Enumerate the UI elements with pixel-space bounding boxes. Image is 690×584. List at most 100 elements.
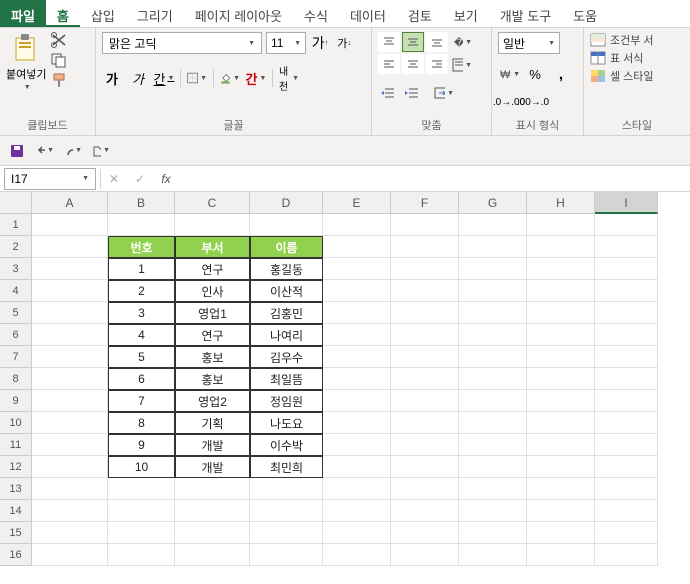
cell[interactable] (32, 258, 108, 280)
cell[interactable] (323, 390, 391, 412)
cut-button[interactable] (50, 32, 68, 48)
cell[interactable] (250, 544, 323, 566)
cell[interactable] (32, 434, 108, 456)
cell[interactable] (459, 390, 527, 412)
cell[interactable] (32, 478, 108, 500)
cell[interactable]: 1 (108, 258, 175, 280)
cell[interactable] (108, 522, 175, 544)
tab-page-layout[interactable]: 페이지 레이아웃 (184, 0, 293, 27)
cell[interactable] (527, 236, 595, 258)
cell[interactable] (595, 214, 658, 236)
tab-review[interactable]: 검토 (397, 0, 443, 27)
column-header-E[interactable]: E (323, 192, 391, 214)
cell[interactable] (459, 214, 527, 236)
cell[interactable] (595, 478, 658, 500)
tab-view[interactable]: 보기 (443, 0, 489, 27)
cell[interactable]: 홍보 (175, 346, 250, 368)
cell[interactable] (391, 412, 459, 434)
cell[interactable] (323, 346, 391, 368)
cell[interactable] (323, 544, 391, 566)
cell[interactable] (175, 214, 250, 236)
cell[interactable] (323, 368, 391, 390)
decrease-indent-button[interactable] (378, 83, 398, 103)
cell[interactable] (175, 544, 250, 566)
cell[interactable]: 번호 (108, 236, 175, 258)
row-header[interactable]: 1 (0, 214, 32, 236)
number-format-select[interactable]: 일반▼ (498, 32, 560, 54)
wrap-text-button[interactable]: ▼ (452, 55, 472, 75)
cell[interactable] (391, 324, 459, 346)
undo-button[interactable]: ▼ (36, 142, 54, 160)
phonetic-button[interactable]: 내천▼ (279, 68, 299, 88)
cell[interactable] (32, 456, 108, 478)
font-name-select[interactable]: 맑은 고딕▼ (102, 32, 262, 54)
cell-style-button[interactable]: 셀 스타일 (590, 68, 654, 84)
cell[interactable] (459, 236, 527, 258)
align-bottom-button[interactable] (426, 32, 448, 52)
cell[interactable] (595, 236, 658, 258)
row-header[interactable]: 7 (0, 346, 32, 368)
cell[interactable] (391, 302, 459, 324)
cell[interactable] (250, 522, 323, 544)
cell[interactable] (595, 368, 658, 390)
cell[interactable] (391, 434, 459, 456)
row-header[interactable]: 4 (0, 280, 32, 302)
name-box[interactable]: I17▼ (4, 168, 96, 190)
cell[interactable] (391, 544, 459, 566)
cell[interactable] (391, 456, 459, 478)
column-header-B[interactable]: B (108, 192, 175, 214)
cell[interactable] (459, 478, 527, 500)
save-button[interactable] (8, 142, 26, 160)
column-header-C[interactable]: C (175, 192, 250, 214)
cell[interactable] (323, 500, 391, 522)
open-button[interactable]: ▼ (92, 142, 110, 160)
cell[interactable] (323, 214, 391, 236)
cell[interactable] (527, 302, 595, 324)
font-color-button[interactable]: 간▼ (246, 68, 266, 88)
cell[interactable] (595, 324, 658, 346)
formula-input[interactable] (179, 168, 690, 190)
cell[interactable] (527, 280, 595, 302)
cell[interactable] (459, 346, 527, 368)
row-header[interactable]: 9 (0, 390, 32, 412)
cell[interactable]: 홍보 (175, 368, 250, 390)
cell[interactable] (108, 544, 175, 566)
merge-button[interactable]: ▼ (434, 83, 454, 103)
cell[interactable] (391, 214, 459, 236)
cell[interactable]: 개발 (175, 456, 250, 478)
cell[interactable] (175, 522, 250, 544)
cell[interactable] (32, 544, 108, 566)
column-header-I[interactable]: I (595, 192, 658, 214)
cell[interactable]: 김홍민 (250, 302, 323, 324)
cell[interactable] (175, 500, 250, 522)
paste-button[interactable]: 붙여넣기 ▼ (6, 32, 46, 91)
cell[interactable]: 7 (108, 390, 175, 412)
cell[interactable] (527, 258, 595, 280)
cell[interactable] (391, 522, 459, 544)
tab-dev[interactable]: 개발 도구 (489, 0, 562, 27)
cell[interactable] (527, 346, 595, 368)
fx-button[interactable]: fx (153, 169, 179, 189)
cell[interactable] (595, 456, 658, 478)
cell[interactable] (527, 412, 595, 434)
cell[interactable] (391, 478, 459, 500)
increase-font-button[interactable]: 가↑ (310, 33, 330, 53)
row-header[interactable]: 16 (0, 544, 32, 566)
cell[interactable] (595, 522, 658, 544)
cell[interactable]: 3 (108, 302, 175, 324)
cell[interactable] (459, 544, 527, 566)
cell[interactable] (391, 500, 459, 522)
italic-button[interactable]: 가 (128, 68, 148, 88)
tab-insert[interactable]: 삽입 (80, 0, 126, 27)
table-format-button[interactable]: 표 서식 (590, 50, 654, 66)
cell[interactable] (595, 302, 658, 324)
cell[interactable]: 4 (108, 324, 175, 346)
cell[interactable] (527, 456, 595, 478)
cell[interactable] (595, 412, 658, 434)
cell[interactable]: 이산적 (250, 280, 323, 302)
cell[interactable] (323, 478, 391, 500)
row-header[interactable]: 10 (0, 412, 32, 434)
bold-button[interactable]: 가 (102, 68, 122, 88)
select-all-corner[interactable] (0, 192, 32, 214)
cell[interactable]: 김우수 (250, 346, 323, 368)
